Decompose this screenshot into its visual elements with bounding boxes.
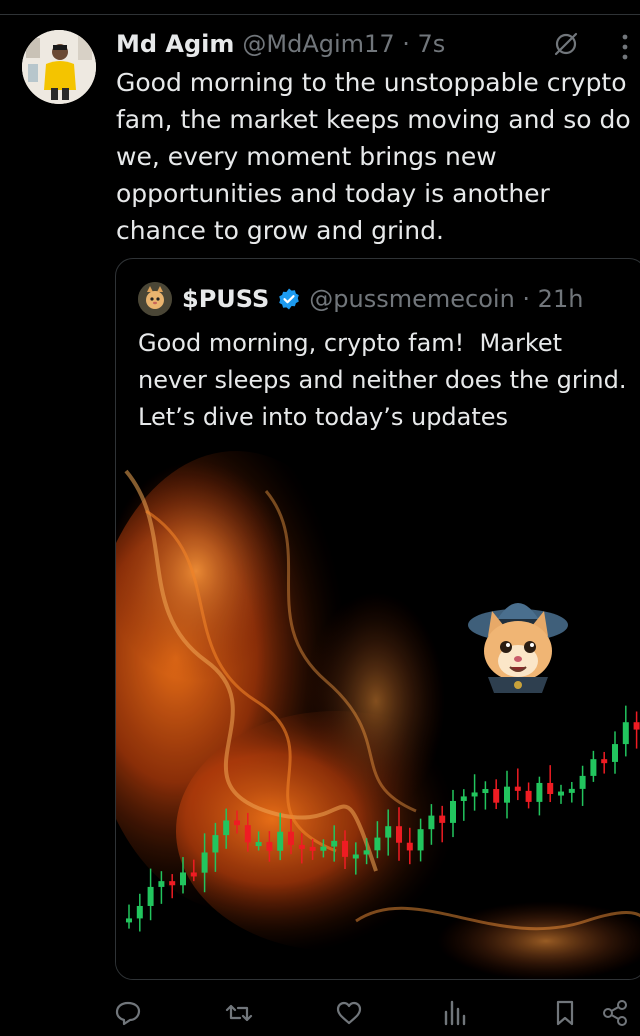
candle-body: [126, 918, 132, 923]
candle-body: [255, 842, 262, 847]
avatar-photo: [22, 30, 96, 104]
quoted-handle[interactable]: @pussmemecoin · 21h: [309, 285, 583, 313]
action-bar: [0, 990, 640, 1036]
candle-body: [288, 831, 294, 845]
cat-avatar-icon: [138, 282, 172, 316]
bookmark-icon[interactable]: [550, 998, 580, 1028]
avatar[interactable]: [22, 30, 96, 104]
candle-body: [460, 796, 467, 801]
candle-body: [190, 872, 197, 877]
candle-body: [622, 722, 629, 745]
candle-body: [558, 791, 564, 796]
candle-body: [363, 850, 370, 855]
candle-body: [331, 840, 338, 847]
candle-body: [450, 800, 456, 823]
quoted-tweet[interactable]: $PUSS @pussmemecoin · 21h Good morning, …: [115, 258, 640, 980]
candle-body: [396, 826, 402, 843]
quoted-header: $PUSS @pussmemecoin · 21h: [138, 282, 583, 316]
quoted-text: Good morning, crypto fam! Market never s…: [138, 329, 635, 431]
candle-body: [147, 886, 154, 906]
candle-body: [180, 872, 186, 886]
candle-body: [514, 786, 521, 791]
candle-body: [136, 905, 143, 919]
more-icon[interactable]: [615, 30, 635, 64]
candle-body: [298, 844, 305, 849]
quoted-media-image[interactable]: [116, 451, 640, 979]
candle-body: [352, 854, 359, 859]
tweet-header: Md Agim @MdAgim17 · 7s: [116, 30, 445, 60]
candle-body: [342, 840, 348, 857]
tweet-text: Good morning to the unstoppable crypto f…: [116, 68, 639, 245]
share-icon[interactable]: [600, 998, 630, 1028]
divider: [0, 14, 640, 15]
candle-body: [601, 759, 608, 764]
candle-body: [579, 775, 586, 789]
candle-body: [439, 815, 446, 823]
verified-badge-icon: [279, 288, 300, 310]
candle-body: [277, 831, 284, 851]
views-icon[interactable]: [440, 998, 470, 1028]
candle-body: [547, 782, 554, 794]
candle-body: [633, 722, 640, 730]
candle-body: [504, 786, 510, 803]
candle-body: [309, 846, 316, 851]
candle-body: [266, 842, 273, 851]
candle-body: [471, 792, 478, 797]
candle-body: [590, 759, 597, 776]
candle-body: [417, 829, 424, 851]
quoted-name[interactable]: $PUSS: [182, 285, 269, 313]
candle-body: [385, 826, 392, 838]
like-icon[interactable]: [334, 998, 364, 1028]
candle-body: [212, 835, 219, 853]
reply-icon[interactable]: [113, 998, 143, 1028]
candle-body: [158, 881, 165, 887]
candle-body: [612, 744, 618, 762]
candle-body: [568, 788, 575, 793]
candle-body: [428, 815, 435, 830]
candle-body: [493, 789, 500, 803]
candle-body: [406, 842, 413, 851]
quoted-avatar[interactable]: [138, 282, 172, 316]
author-handle[interactable]: @MdAgim17 · 7s: [242, 30, 445, 58]
candle-body: [234, 820, 240, 826]
grok-icon[interactable]: [552, 30, 580, 58]
candle-body: [169, 881, 176, 886]
candle-body: [374, 837, 381, 851]
candle-body: [244, 825, 251, 843]
retweet-icon[interactable]: [224, 998, 254, 1028]
candle-body: [536, 782, 543, 802]
candle-body: [223, 820, 230, 836]
candle-body: [525, 790, 532, 802]
author-name[interactable]: Md Agim: [116, 30, 234, 58]
candle-body: [320, 846, 327, 851]
candle-body: [482, 789, 489, 794]
candle-body: [201, 852, 208, 873]
